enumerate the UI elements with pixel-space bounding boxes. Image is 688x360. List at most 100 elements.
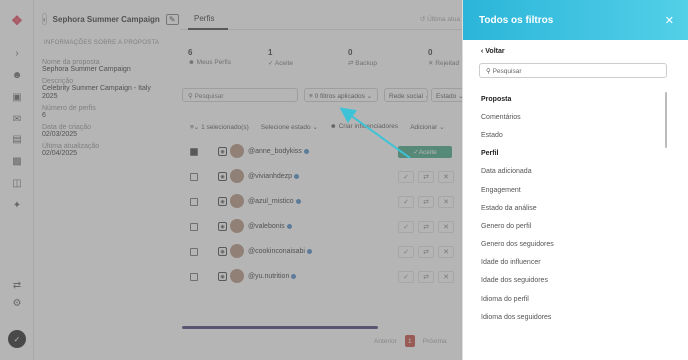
edit-icon[interactable]: ✎ [165,13,179,25]
expand-chevron-icon[interactable]: › [10,46,24,60]
filter-item[interactable]: Genero dos seguidores [481,236,661,254]
stat-number: 0 [428,48,433,57]
state-label: Estado [436,93,457,100]
filter-item[interactable]: Idioma dos seguidores [481,308,661,326]
handle-text: @yu.nutrition [248,273,290,280]
profile-handle[interactable]: @anne_bodykiss [248,148,309,155]
reject-close-icon[interactable]: ✕ [438,271,454,283]
backup-swap-icon[interactable]: ⇄ [418,221,434,233]
reject-close-icon[interactable]: ✕ [438,246,454,258]
handle-text: @anne_bodykiss [248,148,302,155]
profile-handle[interactable]: @vivianhdezp [248,173,300,180]
profile-handle[interactable]: @azul_mistico [248,198,301,205]
prev-page-button[interactable]: Anterior [374,338,397,345]
next-page-button[interactable]: Próxima [423,338,447,345]
stat-backup[interactable]: 0 ⇄ Backup [348,48,377,67]
row-checkbox[interactable] [190,248,198,256]
drawer-search-input[interactable]: ⚲ Pesquisar [479,63,667,78]
users-icon[interactable]: ☻ [10,68,24,82]
tab-profiles[interactable]: Perfis [194,14,214,23]
field-label: Nome da proposta [42,59,100,66]
chevron-down-icon: ⌄ [366,93,373,100]
briefcase-icon[interactable]: ▤ [10,132,24,146]
backup-swap-icon[interactable]: ⇄ [418,246,434,258]
profile-handle[interactable]: @cookinconaisabi [248,248,312,255]
add-dropdown[interactable]: Adicionar ⌄ [410,123,444,131]
last-update-text: Última atua [427,16,460,23]
table-row[interactable]: ◉ @azul_mistico ✓ ⇄ ✕ [182,190,462,214]
accept-check-icon[interactable]: ✓ [398,196,414,208]
create-influencers-button[interactable]: ☻ Criar influenciadores [330,123,398,131]
select-state-dropdown[interactable]: Selecione estado ⌄ [261,123,318,131]
horizontal-scrollbar[interactable] [182,326,378,329]
backup-swap-icon[interactable]: ⇄ [418,271,434,283]
profile-handle[interactable]: @valebonis [248,223,292,230]
backup-swap-icon[interactable]: ⇄ [418,171,434,183]
filters-applied-button[interactable]: ≡ 0 filtros aplicados ⌄ [304,88,378,102]
row-checkbox[interactable] [190,198,198,206]
filter-item[interactable]: Comentários [481,108,661,126]
accept-check-icon[interactable]: ✓ [398,171,414,183]
user-avatar[interactable]: ✓ [8,330,26,348]
instagram-icon: ◉ [218,147,227,156]
filter-item[interactable]: Estado [481,126,661,144]
table-row[interactable]: ◉ @anne_bodykiss ✓ Aceite [182,140,462,164]
social-network-dropdown[interactable]: Rede social ⌄ [384,88,428,102]
profile-handle[interactable]: @yu.nutrition [248,273,297,280]
row-checkbox[interactable] [190,273,198,281]
wallet-icon[interactable]: ◫ [10,176,24,190]
row-checkbox[interactable] [190,148,198,156]
network-icon[interactable]: ✦ [10,198,24,212]
back-button[interactable]: ‹ Voltar [481,48,505,55]
row-checkbox[interactable] [190,223,198,231]
accept-check-icon[interactable]: ✓ [398,246,414,258]
brand-logo-icon[interactable]: ❖ [10,13,24,28]
accept-check-icon[interactable]: ✓ [398,271,414,283]
bulk-select-toggle[interactable]: ≡⌄ 1 selecionado(s) [190,123,249,131]
accept-check-icon[interactable]: ✓ [398,221,414,233]
current-page[interactable]: 1 [404,335,415,347]
section-title[interactable]: INFORMAÇÕES SOBRE A PROPOSTA [42,40,166,47]
stat-label: Aceite [274,60,293,67]
selected-count: 1 selecionado(s) [201,124,249,131]
filter-item[interactable]: Idade do influencer [481,254,661,272]
drawer-title: Todos os filtros [479,14,554,26]
stat-rejected[interactable]: 0 ✕ Rejeitad [428,48,459,67]
contacts-icon[interactable]: ▣ [10,90,24,104]
back-chevron-icon[interactable]: ‹ [42,13,47,25]
field-label: Última atualização [42,143,100,150]
row-checkbox[interactable] [190,173,198,181]
filter-item[interactable]: Idade dos seguidores [481,272,661,290]
vertical-scrollbar[interactable] [665,92,667,148]
stat-my-profiles[interactable]: 6 ☻ Meus Perfis [188,48,231,66]
avatar [230,144,244,158]
handle-text: @azul_mistico [248,198,294,205]
filter-item[interactable]: Engagement [481,181,661,199]
filter-item[interactable]: Estado da análise [481,199,661,217]
tab-bar: Perfis ↺ Última atua [180,6,462,30]
filter-item[interactable]: Data adicionada [481,163,661,181]
settings-icon[interactable]: ⚙ [10,296,24,310]
state-dropdown[interactable]: Estado ⌄ [431,88,465,102]
filter-item[interactable]: Idioma do perfil [481,290,661,308]
verified-icon [286,223,292,229]
table-row[interactable]: ◉ @yu.nutrition ✓ ⇄ ✕ [182,265,462,289]
instagram-icon: ◉ [218,172,227,181]
backup-swap-icon[interactable]: ⇄ [418,196,434,208]
reject-close-icon[interactable]: ✕ [438,221,454,233]
close-icon[interactable]: ✕ [665,14,674,27]
mail-icon[interactable]: ✉ [10,112,24,126]
reject-close-icon[interactable]: ✕ [438,171,454,183]
search-icon: ⚲ [486,68,491,75]
table-row[interactable]: ◉ @vivianhdezp ✓ ⇄ ✕ [182,165,462,189]
reject-close-icon[interactable]: ✕ [438,196,454,208]
table-row[interactable]: ◉ @valebonis ✓ ⇄ ✕ [182,215,462,239]
field-name: Nome da proposta Sephora Summer Campaign [42,59,166,74]
stat-accepted[interactable]: 1 ✓ Aceite [268,48,293,67]
chart-icon[interactable]: ▩ [10,154,24,168]
swap-icon[interactable]: ⇄ [10,278,24,292]
filter-item[interactable]: Genero do perfil [481,217,661,235]
accepted-status-button[interactable]: ✓ Aceite [398,146,452,158]
search-input[interactable]: ⚲ Pesquisar [182,88,298,102]
table-row[interactable]: ◉ @cookinconaisabi ✓ ⇄ ✕ [182,240,462,264]
